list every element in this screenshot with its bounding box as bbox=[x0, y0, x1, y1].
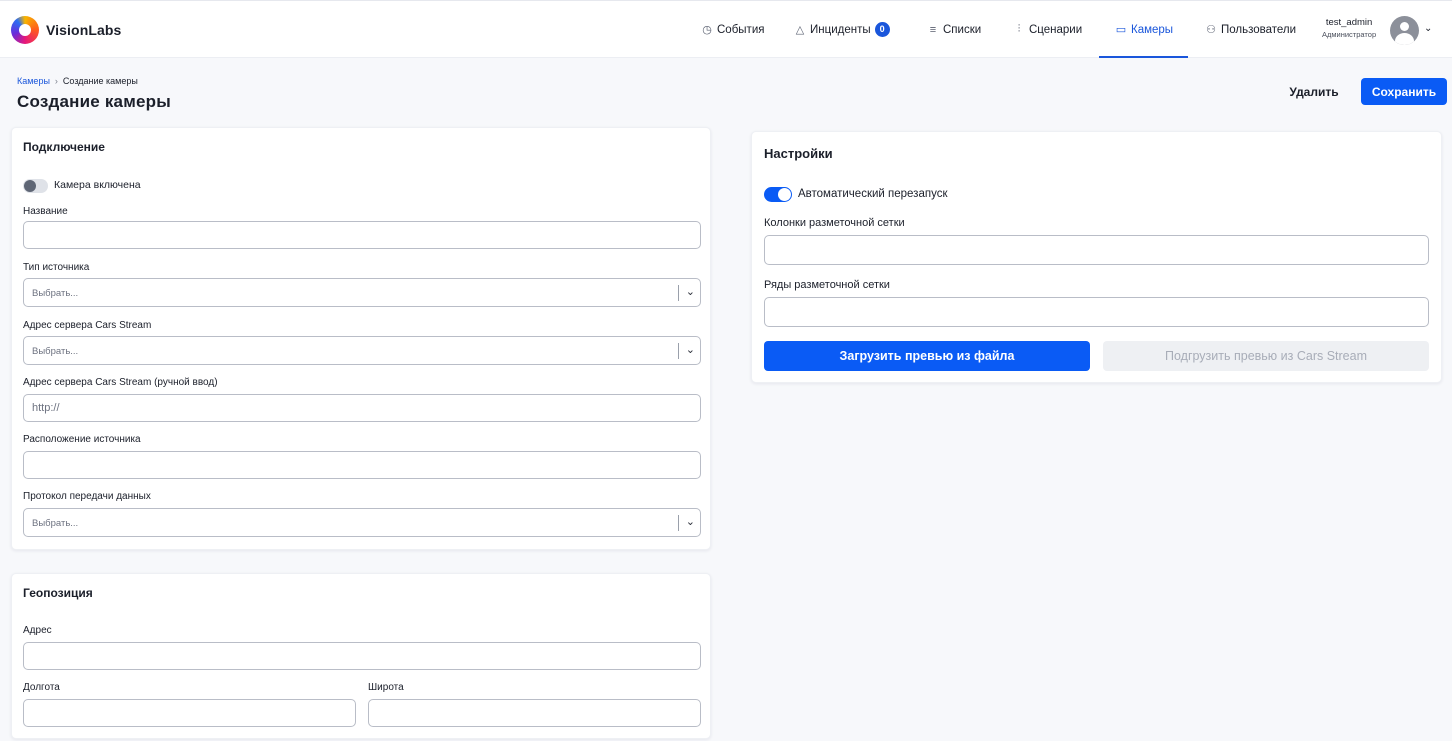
longitude-label: Долгота bbox=[23, 682, 60, 693]
server-label: Адрес сервера Cars Stream bbox=[23, 320, 152, 331]
nav-item-cameras[interactable]: ▭ Камеры bbox=[1115, 1, 1173, 58]
avatar[interactable] bbox=[1390, 16, 1419, 45]
name-input[interactable] bbox=[23, 221, 701, 249]
settings-card: Настройки Автоматический перезапуск Коло… bbox=[751, 131, 1442, 383]
visionlabs-logo-icon bbox=[11, 16, 39, 44]
select-placeholder: Выбрать... bbox=[32, 346, 79, 357]
sliders-icon: ⫶ bbox=[1017, 23, 1021, 35]
chevron-down-icon: ⌄ bbox=[685, 516, 695, 528]
toggle-knob bbox=[24, 180, 36, 192]
breadcrumb-current: Создание камеры bbox=[62, 76, 138, 86]
clock-icon: ◷ bbox=[702, 24, 712, 36]
server-manual-input[interactable] bbox=[23, 394, 701, 422]
geoposition-title: Геопозиция bbox=[23, 586, 93, 600]
nav-item-scenarios[interactable]: ⫶ Сценарии bbox=[1013, 1, 1083, 58]
latitude-label: Широта bbox=[368, 682, 404, 693]
delete-button[interactable]: Удалить bbox=[1280, 78, 1348, 105]
camera-enabled-toggle[interactable] bbox=[23, 179, 48, 193]
grid-cols-input[interactable] bbox=[764, 235, 1429, 265]
select-placeholder: Выбрать... bbox=[32, 288, 79, 299]
name-label: Название bbox=[23, 206, 68, 217]
auto-restart-label: Автоматический перезапуск bbox=[798, 188, 948, 200]
source-type-label: Тип источника bbox=[23, 262, 90, 273]
camera-enabled-label: Камера включена bbox=[54, 179, 141, 191]
geoposition-card: Геопозиция Адрес Долгота Широта bbox=[11, 573, 711, 739]
longitude-input[interactable] bbox=[23, 699, 356, 727]
incidents-count-badge: 0 bbox=[874, 22, 890, 37]
protocol-label: Протокол передачи данных bbox=[23, 491, 151, 502]
select-divider bbox=[678, 343, 679, 359]
grid-rows-input[interactable] bbox=[764, 297, 1429, 327]
top-bar: VisionLabs ◷ События △ Инциденты 0 ≡ Спи… bbox=[0, 0, 1452, 58]
avatar-head bbox=[1400, 22, 1409, 31]
page-title: Создание камеры bbox=[17, 92, 171, 111]
nav-item-lists[interactable]: ≡ Списки bbox=[927, 1, 981, 58]
user-role: Администратор bbox=[1322, 30, 1377, 39]
breadcrumb: Камеры › Создание камеры bbox=[17, 76, 138, 86]
grid-cols-label: Колонки разметочной сетки bbox=[764, 217, 905, 229]
address-label: Адрес bbox=[23, 625, 52, 636]
nav-label: События bbox=[717, 23, 765, 36]
chevron-down-icon: ⌄ bbox=[685, 286, 695, 298]
server-select[interactable]: Выбрать... ⌄ bbox=[23, 336, 701, 365]
select-placeholder: Выбрать... bbox=[32, 518, 79, 529]
nav-item-incidents[interactable]: △ Инциденты 0 bbox=[794, 1, 890, 58]
nav-label: Камеры bbox=[1131, 23, 1174, 36]
nav-item-users[interactable]: ⚇ Пользователи bbox=[1205, 1, 1296, 58]
breadcrumb-link-cameras[interactable]: Камеры bbox=[17, 76, 50, 86]
users-icon: ⚇ bbox=[1206, 24, 1216, 36]
latitude-input[interactable] bbox=[368, 699, 701, 727]
list-icon: ≡ bbox=[929, 23, 937, 36]
user-name: test_admin bbox=[1325, 17, 1373, 28]
toggle-knob bbox=[778, 188, 791, 201]
location-input[interactable] bbox=[23, 451, 701, 479]
source-type-select[interactable]: Выбрать... ⌄ bbox=[23, 278, 701, 307]
auto-restart-toggle[interactable] bbox=[764, 187, 792, 202]
address-input[interactable] bbox=[23, 642, 701, 670]
active-tab-indicator bbox=[1099, 56, 1188, 58]
avatar-body bbox=[1395, 33, 1414, 45]
load-preview-cars-stream-button[interactable]: Подгрузить превью из Cars Stream bbox=[1103, 341, 1429, 371]
brand-name: VisionLabs bbox=[46, 22, 122, 38]
logo[interactable]: VisionLabs bbox=[11, 16, 121, 44]
breadcrumb-separator: › bbox=[54, 76, 58, 86]
nav-item-events[interactable]: ◷ События bbox=[701, 1, 764, 58]
save-button[interactable]: Сохранить bbox=[1361, 78, 1447, 105]
nav-label: Пользователи bbox=[1221, 23, 1297, 36]
chevron-down-icon: ⌄ bbox=[685, 344, 695, 356]
upload-preview-button[interactable]: Загрузить превью из файла bbox=[764, 341, 1090, 371]
nav-label: Инциденты bbox=[810, 23, 871, 36]
chevron-down-icon[interactable]: ⌄ bbox=[1424, 23, 1432, 34]
connection-title: Подключение bbox=[23, 140, 105, 154]
user-info[interactable]: test_admin Администратор bbox=[1322, 17, 1376, 39]
warning-icon: △ bbox=[795, 24, 805, 36]
grid-rows-label: Ряды разметочной сетки bbox=[764, 279, 890, 291]
settings-title: Настройки bbox=[764, 146, 833, 161]
select-divider bbox=[678, 285, 679, 301]
location-label: Расположение источника bbox=[23, 434, 141, 445]
connection-card: Подключение Камера включена Название Тип… bbox=[11, 127, 711, 550]
select-divider bbox=[678, 515, 679, 531]
nav-label: Списки bbox=[943, 23, 982, 36]
server-manual-label: Адрес сервера Cars Stream (ручной ввод) bbox=[23, 377, 218, 388]
protocol-select[interactable]: Выбрать... ⌄ bbox=[23, 508, 701, 537]
camera-icon: ▭ bbox=[1115, 24, 1127, 36]
nav-label: Сценарии bbox=[1029, 23, 1083, 36]
